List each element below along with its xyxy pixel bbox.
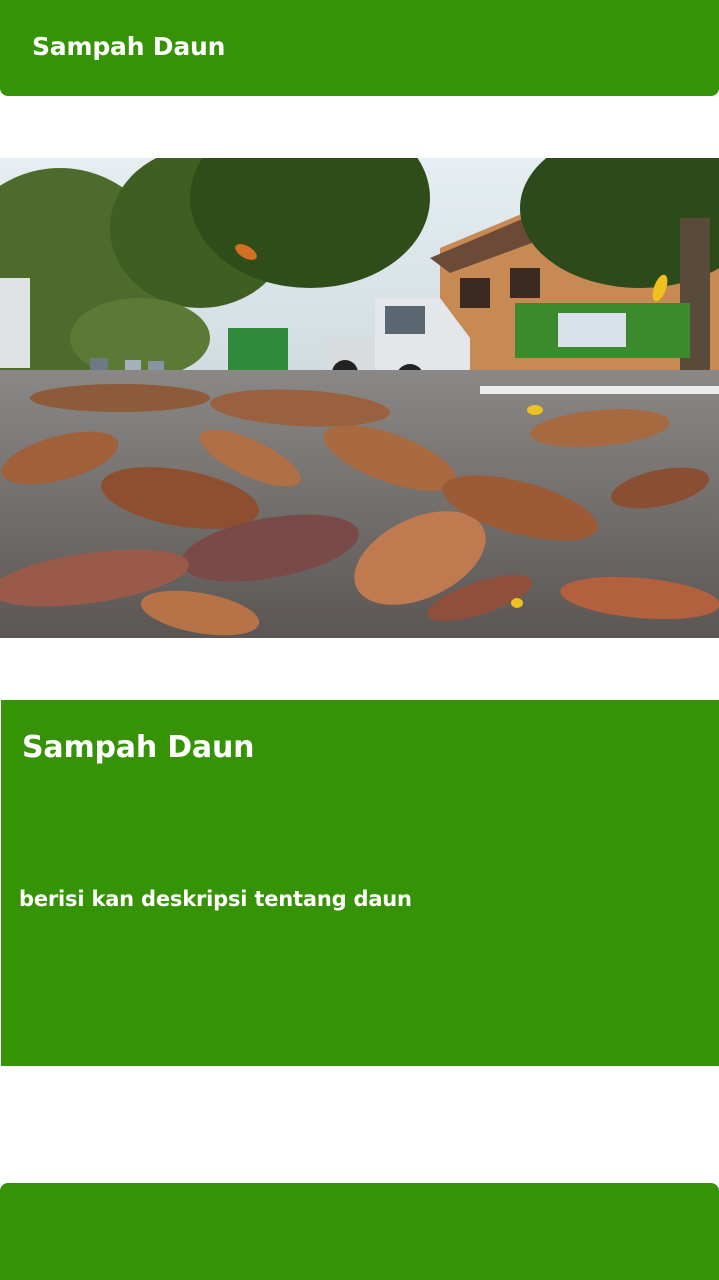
info-card: Sampah Daun berisi kan deskripsi tentang… bbox=[1, 700, 719, 1066]
page: Sampah Daun Sampah Daun berisi kan deskr… bbox=[0, 0, 719, 1280]
card-description: berisi kan deskripsi tentang daun bbox=[19, 887, 412, 911]
bottom-bar bbox=[0, 1183, 719, 1280]
app-bar-title: Sampah Daun bbox=[32, 32, 226, 61]
hero-image bbox=[0, 158, 719, 638]
top-app-bar: Sampah Daun bbox=[0, 0, 719, 96]
leaves-street-photo bbox=[0, 158, 719, 638]
card-title: Sampah Daun bbox=[22, 730, 255, 765]
